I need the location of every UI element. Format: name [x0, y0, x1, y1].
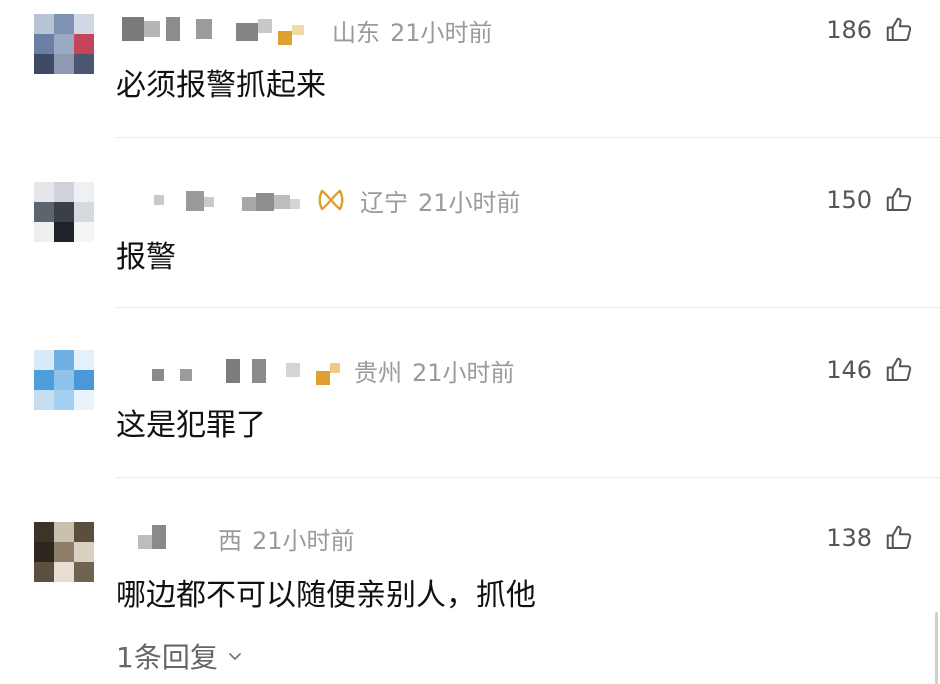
like-button[interactable]: 186: [826, 12, 914, 48]
like-button[interactable]: 146: [826, 352, 914, 388]
comment-meta: 辽宁 21小时前: [116, 182, 521, 218]
replies-label: 1条回复: [116, 641, 218, 674]
thumbs-up-icon: [886, 187, 912, 211]
avatar[interactable]: [34, 182, 94, 242]
scrollbar[interactable]: [935, 612, 938, 684]
like-count: 146: [826, 356, 872, 384]
avatar[interactable]: [34, 14, 94, 74]
comment-time: 21小时前: [390, 18, 493, 47]
chevron-down-icon: [228, 653, 241, 660]
comment-time: 21小时前: [412, 358, 515, 387]
comment-text: 必须报警抓起来: [116, 68, 326, 103]
comment-text: 哪边都不可以随便亲别人，抓他: [116, 578, 536, 613]
blurred-username[interactable]: [116, 355, 348, 385]
comment-text: 这是犯罪了: [116, 408, 266, 443]
gold-ribbon-icon: [318, 189, 344, 211]
comment-time: 21小时前: [252, 526, 355, 555]
blurred-username[interactable]: [116, 185, 316, 215]
comment-location: 山东: [332, 18, 380, 47]
comment-location: 辽宁: [360, 188, 408, 217]
comment-location: 贵州: [354, 358, 402, 387]
comment-meta: 山东 21小时前: [116, 12, 493, 48]
like-count: 150: [826, 186, 872, 214]
comment-time: 21小时前: [418, 188, 521, 217]
like-count: 186: [826, 16, 872, 44]
thumbs-up-icon: [886, 357, 912, 381]
thumbs-up-icon: [886, 525, 912, 549]
divider: [116, 307, 940, 308]
comment-text: 报警: [116, 240, 176, 275]
like-count: 138: [826, 524, 872, 552]
blurred-username[interactable]: [116, 523, 212, 553]
like-button[interactable]: 150: [826, 182, 914, 218]
divider: [116, 137, 940, 138]
view-replies-button[interactable]: 1条回复: [116, 636, 244, 676]
thumbs-up-icon: [886, 17, 912, 41]
like-button[interactable]: 138: [826, 520, 914, 556]
avatar[interactable]: [34, 350, 94, 410]
divider: [116, 477, 940, 478]
comment-location: 西: [218, 526, 242, 555]
blurred-username[interactable]: [116, 15, 326, 45]
comment-meta: 西 21小时前: [116, 520, 355, 556]
avatar[interactable]: [34, 522, 94, 582]
comment-meta: 贵州 21小时前: [116, 352, 515, 388]
